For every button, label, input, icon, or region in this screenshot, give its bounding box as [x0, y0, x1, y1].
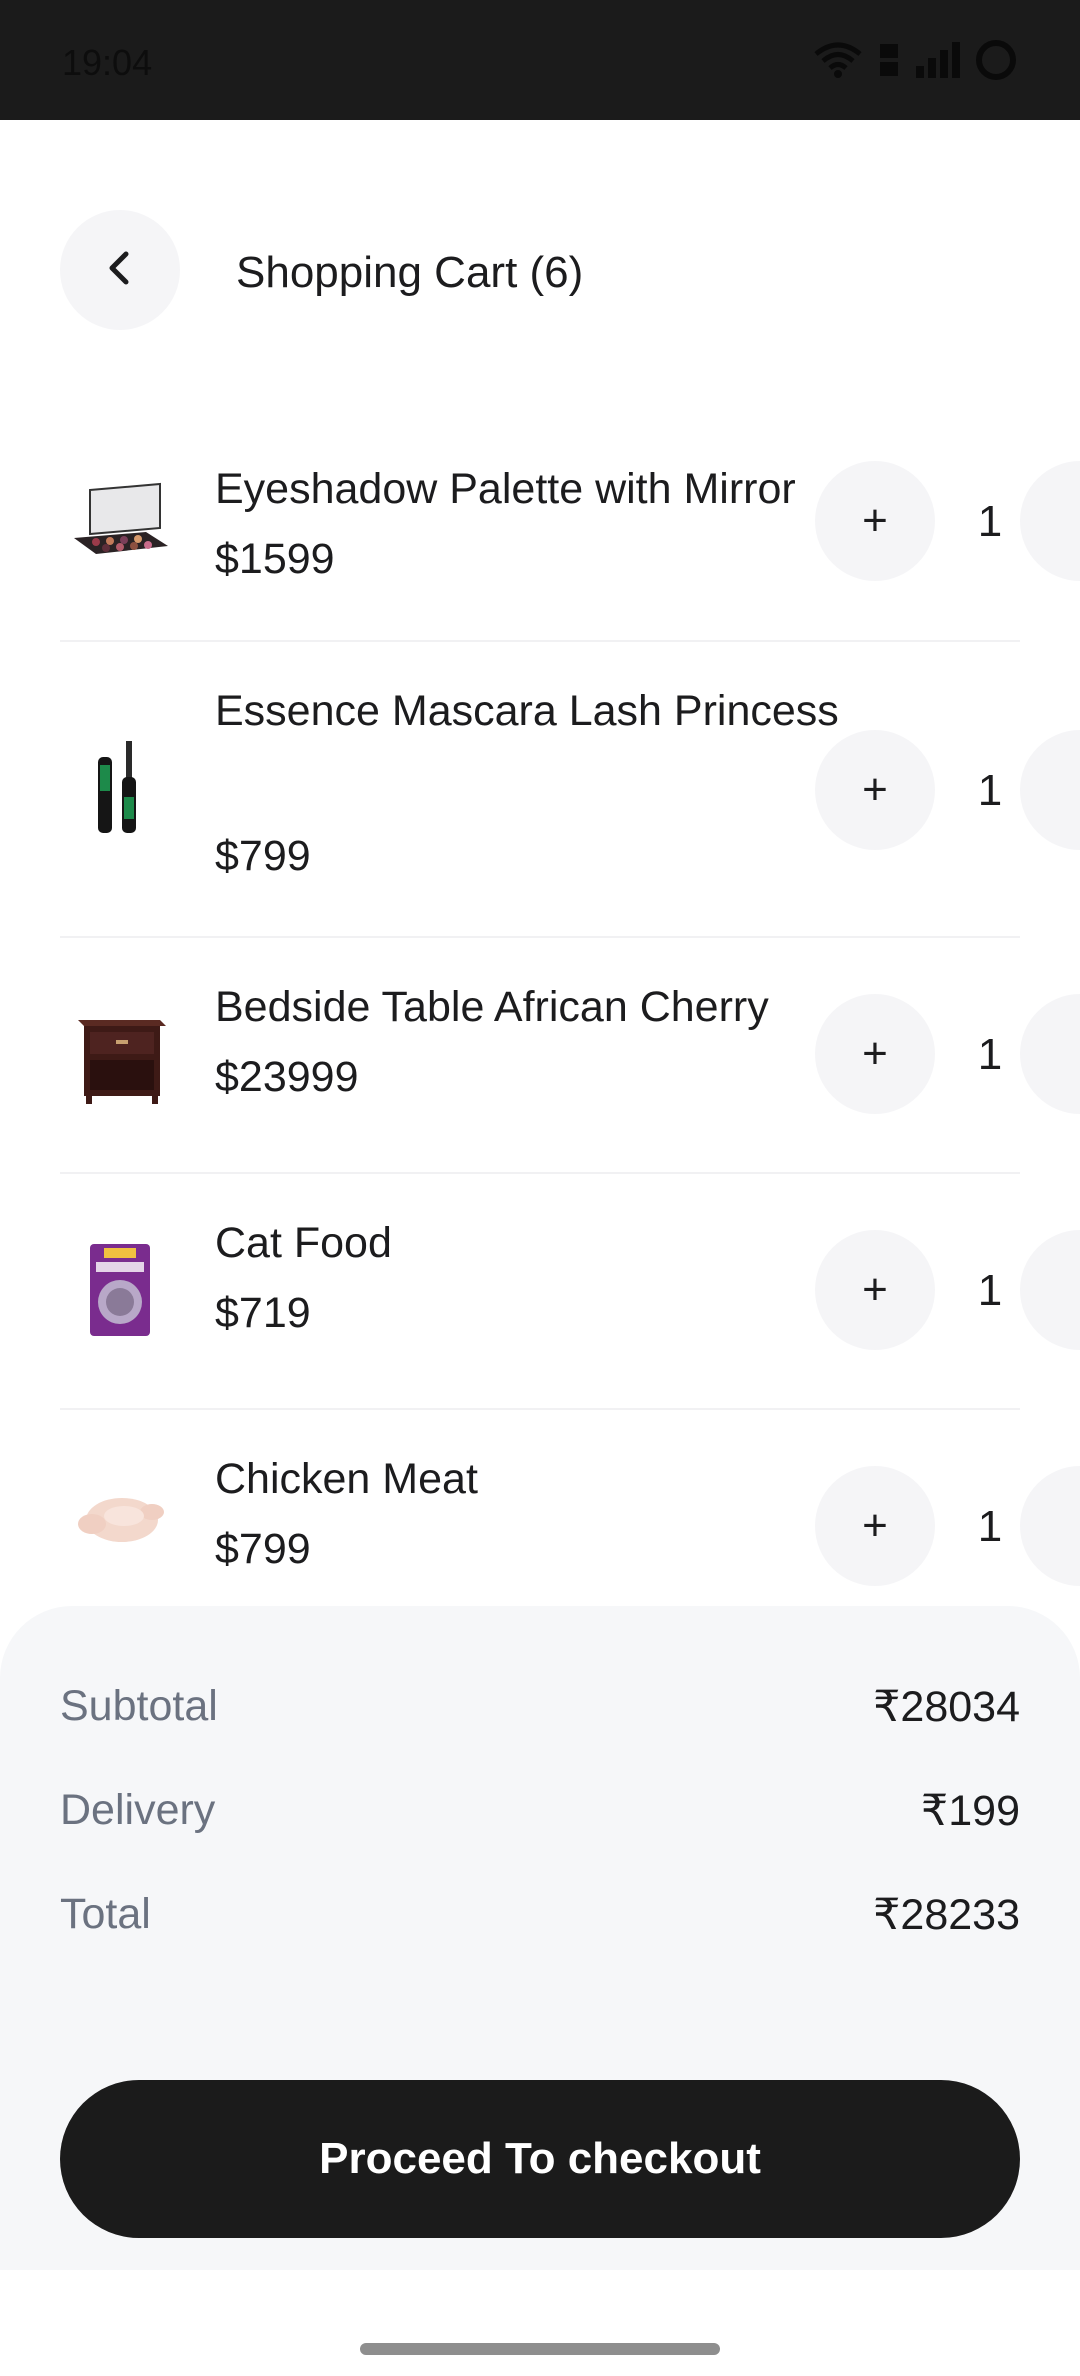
plus-icon: + [862, 1265, 888, 1314]
item-name: Chicken Meat [215, 1455, 478, 1503]
eyeshadow-palette-image [70, 475, 170, 575]
delivery-label: Delivery [60, 1786, 216, 1834]
cart-list: Eyeshadow Palette with Mirror $1599 + 1 … [0, 420, 1080, 1610]
plus-icon: + [862, 1029, 888, 1078]
total-value: ₹28233 [873, 1891, 1020, 1939]
item-name: Eyeshadow Palette with Mirror [215, 465, 796, 513]
chevron-left-icon [104, 248, 136, 293]
decrease-quantity-button[interactable]: - [1020, 461, 1080, 581]
quantity-value: 1 [977, 766, 1003, 815]
decrease-quantity-button[interactable]: - [1020, 1466, 1080, 1586]
quantity-value: 1 [977, 1266, 1003, 1315]
total-label: Total [60, 1890, 151, 1938]
quantity-value: 1 [977, 497, 1003, 546]
page-title: Shopping Cart (6) [236, 248, 584, 297]
decrease-quantity-button[interactable]: - [1020, 994, 1080, 1114]
cart-item-eyeshadow-palette: Eyeshadow Palette with Mirror $1599 + 1 … [60, 420, 1080, 642]
item-price: $799 [215, 1525, 311, 1573]
plus-icon: + [862, 496, 888, 545]
back-button[interactable] [60, 210, 180, 330]
quantity-value: 1 [977, 1030, 1003, 1079]
cat-food-image [70, 1240, 170, 1340]
subtotal-value: ₹28034 [873, 1683, 1020, 1731]
battery-icon [974, 38, 1018, 82]
increase-quantity-button[interactable]: + [815, 994, 935, 1114]
mascara-image [70, 737, 170, 837]
cart-item-mascara: Essence Mascara Lash Princess $799 + 1 - [60, 642, 1080, 938]
cart-item-cat-food: Cat Food $719 + 1 - [60, 1174, 1080, 1410]
wifi-icon [812, 40, 864, 80]
cart-item-bedside-table: Bedside Table African Cherry $23999 + 1 … [60, 938, 1080, 1174]
item-name: Essence Mascara Lash Princess [215, 687, 839, 735]
subtotal-row: Subtotal ₹28034 [60, 1682, 1020, 1732]
order-summary: Subtotal ₹28034 Delivery ₹199 Total ₹282… [0, 1606, 1080, 2270]
volte-icon [878, 40, 900, 80]
increase-quantity-button[interactable]: + [815, 1230, 935, 1350]
item-name: Bedside Table African Cherry [215, 983, 769, 1031]
chicken-meat-image [70, 1468, 170, 1568]
increase-quantity-button[interactable]: + [815, 730, 935, 850]
decrease-quantity-button[interactable]: - [1020, 730, 1080, 850]
item-price: $799 [215, 832, 311, 880]
signal-icon [914, 40, 960, 80]
increase-quantity-button[interactable]: + [815, 1466, 935, 1586]
status-icons [812, 38, 1018, 82]
item-price: $1599 [215, 535, 335, 583]
header: Shopping Cart (6) [0, 120, 1080, 420]
checkout-button[interactable]: Proceed To checkout [60, 2080, 1020, 2238]
quantity-value: 1 [977, 1502, 1003, 1551]
item-price: $719 [215, 1289, 311, 1337]
item-name: Cat Food [215, 1219, 392, 1267]
plus-icon: + [862, 1501, 888, 1550]
delivery-row: Delivery ₹199 [60, 1786, 1020, 1836]
status-time: 19:04 [62, 42, 153, 83]
home-indicator[interactable] [360, 2343, 720, 2355]
total-row: Total ₹28233 [60, 1890, 1020, 1940]
subtotal-label: Subtotal [60, 1682, 218, 1730]
decrease-quantity-button[interactable]: - [1020, 1230, 1080, 1350]
bedside-table-image [70, 1006, 170, 1106]
cart-item-chicken-meat: Chicken Meat $799 + 1 - [60, 1410, 1080, 1610]
status-bar: 19:04 [0, 0, 1080, 120]
plus-icon: + [862, 765, 888, 814]
delivery-value: ₹199 [920, 1787, 1020, 1835]
item-price: $23999 [215, 1053, 359, 1101]
increase-quantity-button[interactable]: + [815, 461, 935, 581]
